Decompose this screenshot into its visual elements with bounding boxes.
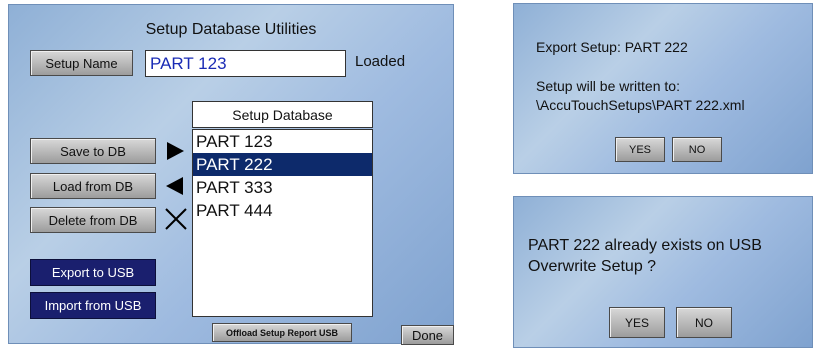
export-setup-dialog: Export Setup: PART 222 Setup will be wri… [513,3,813,174]
panel-title: Setup Database Utilities [145,21,317,38]
export-no-button[interactable]: NO [672,137,722,162]
export-setup-title: Export Setup: PART 222 [536,39,688,55]
setup-database-list[interactable]: PART 123 PART 222 PART 333 PART 444 [192,129,373,317]
setup-database-header: Setup Database [192,101,373,128]
arrow-right-icon [167,142,184,160]
overwrite-setup-dialog: PART 222 already exists on USB Overwrite… [513,196,813,348]
export-yes-button[interactable]: YES [615,137,665,162]
overwrite-question: Overwrite Setup ? [528,258,657,275]
x-icon [163,206,189,232]
overwrite-yes-button[interactable]: YES [609,307,665,338]
list-item-part-444[interactable]: PART 444 [193,199,372,222]
delete-from-db-button[interactable]: Delete from DB [30,207,156,233]
list-item-part-333[interactable]: PART 333 [193,176,372,199]
import-from-usb-button[interactable]: Import from USB [30,292,156,319]
setup-database-panel: Setup Database Utilities Setup Name PART… [8,4,454,345]
setup-name-button[interactable]: Setup Name [30,50,133,76]
load-status-text: Loaded [355,53,406,70]
list-item-part-123[interactable]: PART 123 [193,130,372,153]
list-item-part-222[interactable]: PART 222 [193,153,372,176]
export-destination-path: \AccuTouchSetups\PART 222.xml [536,97,745,113]
arrow-left-icon [166,177,183,195]
load-from-db-button[interactable]: Load from DB [30,173,156,199]
setup-name-field[interactable]: PART 123 [145,50,346,77]
offload-setup-report-button[interactable]: Offload Setup Report USB [212,323,352,342]
export-destination-label: Setup will be written to: [536,78,680,94]
save-to-db-button[interactable]: Save to DB [30,138,156,164]
export-to-usb-button[interactable]: Export to USB [30,259,156,286]
overwrite-no-button[interactable]: NO [676,307,732,338]
overwrite-message: PART 222 already exists on USB [528,237,762,254]
done-button[interactable]: Done [401,325,454,345]
